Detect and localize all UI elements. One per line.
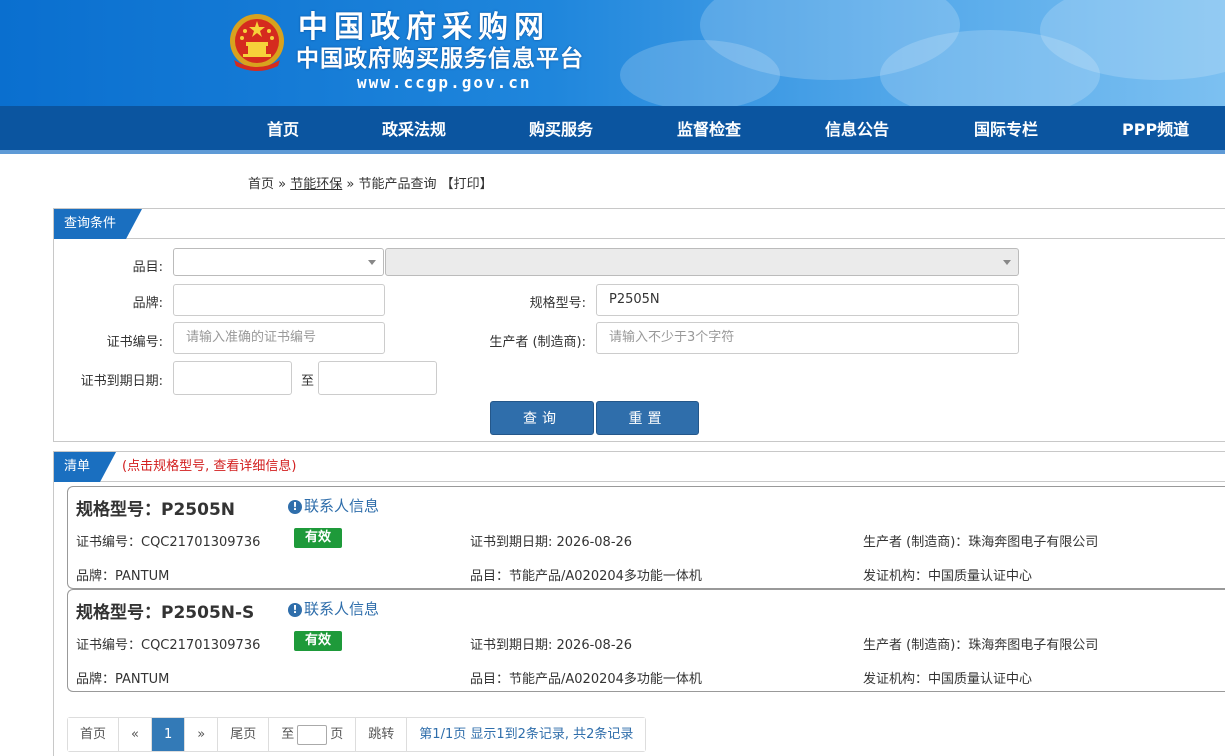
category-select[interactable] — [173, 248, 384, 276]
pager-first[interactable]: 首页 — [68, 718, 120, 751]
model-input[interactable]: P2505N — [596, 284, 1019, 316]
expire-date-start[interactable] — [173, 361, 292, 395]
site-subtitle: 中国政府购买服务信息平台 — [296, 46, 584, 72]
category-label: 品目: — [132, 260, 163, 275]
nav-purchase-services[interactable]: 购买服务 — [529, 106, 593, 154]
result-model-link[interactable]: 规格型号：P2505N-S — [76, 598, 254, 623]
site-title: 中国政府采购网 — [298, 10, 550, 45]
list-hint: (点击规格型号, 查看详细信息) — [122, 459, 297, 474]
query-panel-header: 查询条件 — [54, 209, 1225, 239]
breadcrumb-separator: » — [274, 177, 291, 192]
pager-info: 第1/1页 显示1到2条记录, 共2条记录 — [407, 718, 646, 751]
expire-date-label: 证书到期日期: — [80, 374, 163, 389]
result-card: 规格型号：P2505N ! 联系人信息 证书编号：CQC21701309736 有… — [67, 486, 1225, 589]
issuer: 发证机构：中国质量认证中心 — [863, 672, 1033, 687]
national-emblem-icon — [230, 14, 284, 71]
contact-info-label: 联系人信息 — [304, 600, 380, 618]
pager-next[interactable]: » — [185, 718, 219, 751]
breadcrumb-home[interactable]: 首页 — [248, 177, 274, 192]
contact-info-link[interactable]: ! 联系人信息 — [288, 495, 379, 516]
chevron-down-icon — [1003, 260, 1011, 265]
nav-home[interactable]: 首页 — [267, 106, 299, 154]
maker-label: 生产者 (制造商): — [489, 335, 586, 350]
nav-ppp[interactable]: PPP频道 — [1122, 106, 1189, 154]
model-label: 规格型号: — [529, 296, 586, 311]
list-tab: 清单 — [54, 452, 116, 482]
query-tab: 查询条件 — [54, 209, 142, 239]
manufacturer: 生产者 (制造商)：珠海奔图电子有限公司 — [863, 638, 1099, 653]
category: 品目：节能产品/A020204多功能一体机 — [470, 672, 702, 687]
breadcrumb-separator: » — [342, 177, 359, 192]
brand-input[interactable] — [173, 284, 385, 316]
header-banner: 中国政府采购网 中国政府购买服务信息平台 www.ccgp.gov.cn — [0, 0, 1225, 106]
banner-cloud — [620, 40, 780, 106]
nav-international[interactable]: 国际专栏 — [974, 106, 1038, 154]
brand-label: 品牌: — [132, 296, 163, 311]
expire-date-end[interactable] — [318, 361, 437, 395]
result-model-link[interactable]: 规格型号：P2505N — [76, 495, 235, 520]
manufacturer: 生产者 (制造商)：珠海奔图电子有限公司 — [863, 535, 1099, 550]
category: 品目：节能产品/A020204多功能一体机 — [470, 569, 702, 584]
pagination: 首页 « 1 » 尾页 至页 跳转 第1/1页 显示1到2条记录, 共2条记录 — [67, 717, 647, 752]
breadcrumb: 首页 » 节能环保 » 节能产品查询 【打印】 — [248, 173, 493, 192]
info-icon: ! — [288, 500, 302, 514]
pager-page-unit: 页 — [330, 727, 344, 742]
nav-regulations[interactable]: 政采法规 — [382, 106, 446, 154]
brand: 品牌：PANTUM — [76, 672, 170, 687]
date-range-to: 至 — [300, 374, 314, 389]
cert-number: 证书编号：CQC21701309736 — [76, 638, 261, 653]
expire-date: 证书到期日期: 2026-08-26 — [470, 535, 633, 550]
breadcrumb-current: 节能产品查询 — [358, 177, 437, 192]
reset-button[interactable]: 重置 — [596, 401, 699, 435]
result-card: 规格型号：P2505N-S ! 联系人信息 证书编号：CQC21701309736… — [67, 589, 1225, 692]
pager-prev[interactable]: « — [119, 718, 152, 751]
status-badge: 有效 — [294, 631, 342, 651]
pager-goto: 至页 — [269, 718, 357, 751]
nav-announcements[interactable]: 信息公告 — [825, 106, 889, 154]
cert-number: 证书编号：CQC21701309736 — [76, 535, 261, 550]
pager-goto-label: 至 — [281, 727, 295, 742]
expire-date: 证书到期日期: 2026-08-26 — [470, 638, 633, 653]
brand: 品牌：PANTUM — [76, 569, 170, 584]
info-icon: ! — [288, 603, 302, 617]
site-url: www.ccgp.gov.cn — [357, 73, 532, 92]
main-nav: 首页 政采法规 购买服务 监督检查 信息公告 国际专栏 PPP频道 — [0, 106, 1225, 154]
cert-number-input[interactable]: 请输入准确的证书编号 — [173, 322, 385, 354]
nav-supervision[interactable]: 监督检查 — [677, 106, 741, 154]
status-badge: 有效 — [294, 528, 342, 548]
breadcrumb-section[interactable]: 节能环保 — [290, 177, 342, 192]
contact-info-link[interactable]: ! 联系人信息 — [288, 598, 379, 619]
print-link[interactable]: 【打印】 — [441, 177, 493, 192]
maker-input[interactable]: 请输入不少于3个字符 — [596, 322, 1019, 354]
pager-current-page[interactable]: 1 — [151, 718, 186, 751]
pager-last[interactable]: 尾页 — [218, 718, 270, 751]
pager-jump-button[interactable]: 跳转 — [356, 718, 408, 751]
contact-info-label: 联系人信息 — [304, 497, 380, 515]
page-number-input[interactable] — [297, 724, 328, 745]
list-panel-header: 清单 (点击规格型号, 查看详细信息) — [54, 452, 1225, 482]
search-button[interactable]: 查询 — [490, 401, 594, 435]
subcategory-select[interactable] — [385, 248, 1019, 276]
issuer: 发证机构：中国质量认证中心 — [863, 569, 1033, 584]
cert-label: 证书编号: — [106, 335, 163, 350]
chevron-down-icon — [368, 260, 376, 265]
